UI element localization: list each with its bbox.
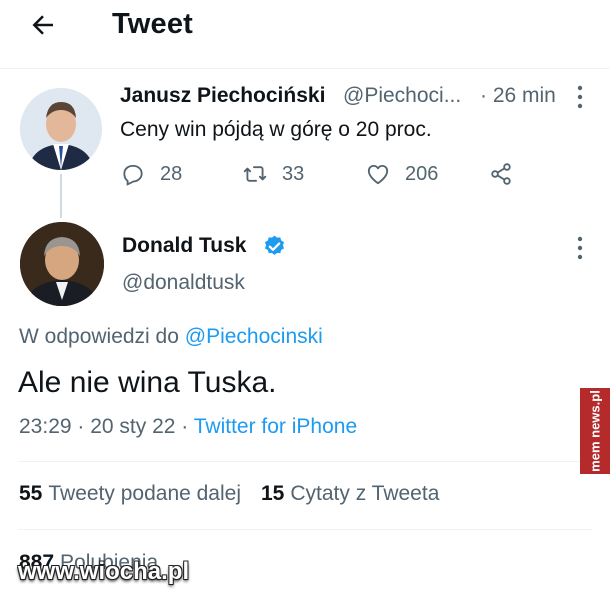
retweet-count: 33 [282,162,305,185]
thread-line [60,174,62,218]
reply-to-mention-link[interactable]: @Piechocinski [185,325,323,348]
side-watermark-text: mem news.pl [587,390,603,472]
author-handle[interactable]: @donaldtusk [122,271,245,295]
heart-icon [367,164,389,185]
reply-button[interactable]: 28 [120,160,182,188]
verified-badge-icon [265,235,284,255]
side-watermark: mem news.pl [580,388,610,474]
quotes-stat-link[interactable]: 15 Cytaty z Tweeta [261,482,439,506]
like-count: 206 [405,162,439,185]
more-options-icon[interactable] [574,84,586,110]
retweets-stat-label: Tweety podane dalej [48,482,241,505]
reply-icon [123,164,143,186]
back-arrow-icon[interactable] [28,10,58,40]
parent-author-name[interactable]: Janusz Piechociński [120,84,325,108]
page-title: Tweet [112,8,194,40]
retweet-button[interactable]: 33 [242,160,304,188]
retweets-stat-count: 55 [19,482,43,505]
share-button[interactable] [488,160,528,188]
reply-to-prefix: W odpowiedzi do [19,325,179,348]
share-icon [491,163,511,185]
header-divider [0,68,610,69]
quotes-stat-label: Cytaty z Tweeta [290,482,440,505]
tweet-source-link[interactable]: Twitter for iPhone [194,415,357,438]
reply-count: 28 [160,162,183,185]
retweet-icon [243,166,267,182]
parent-author-handle[interactable]: @Piechoci... [343,84,461,108]
avatar[interactable] [20,222,104,306]
reply-context: W odpowiedzi do @Piechocinski [19,325,323,349]
retweets-stat-link[interactable]: 55 Tweety podane dalej [19,482,241,506]
divider [18,529,592,530]
quotes-stat-count: 15 [261,482,285,505]
parent-tweet-text: Ceny win pójdą w górę o 20 proc. [120,118,432,141]
tweet-text: Ale nie wina Tuska. [18,366,277,399]
parent-timestamp[interactable]: · 26 min [480,84,556,108]
like-button[interactable]: 206 [365,160,438,188]
more-options-icon[interactable] [574,235,586,261]
engagement-stats: 55 Tweety podane dalej 15 Cytaty z Tweeta [19,482,459,506]
tweet-meta: 23:29 · 20 sty 22 · Twitter for iPhone [19,415,357,439]
divider [18,461,592,462]
avatar[interactable] [20,88,102,170]
tweet-datetime[interactable]: 23:29 · 20 sty 22 · [19,415,188,438]
author-name[interactable]: Donald Tusk [122,234,246,258]
bottom-watermark: www.wiocha.pl [18,558,190,585]
